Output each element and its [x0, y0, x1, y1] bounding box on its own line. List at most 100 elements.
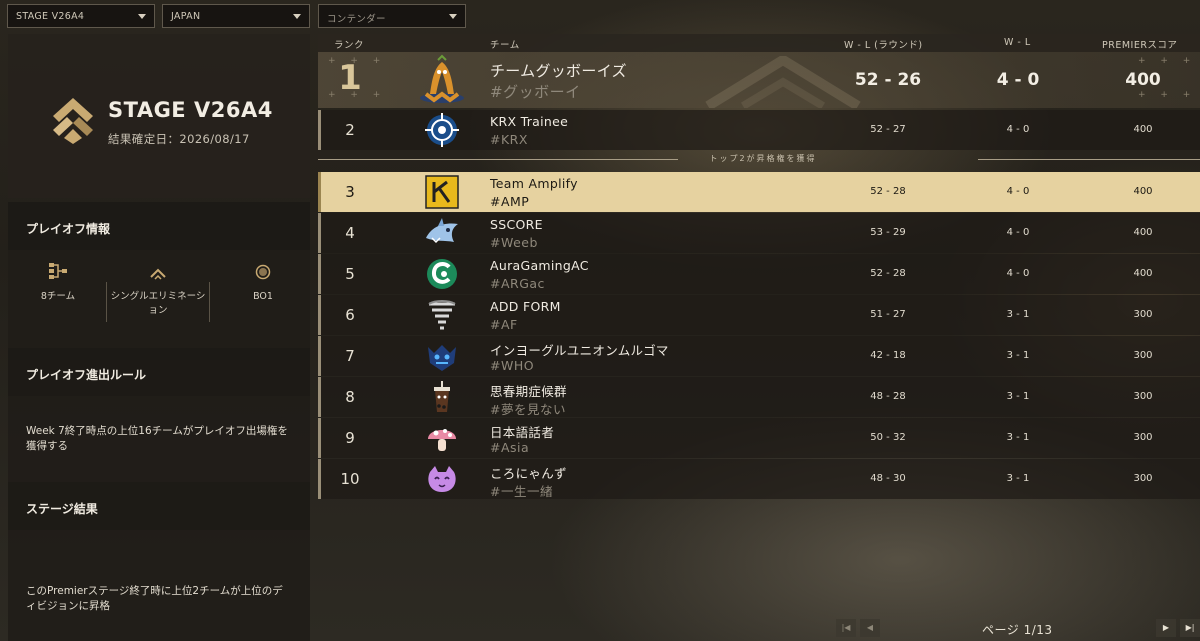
first-page-button[interactable]: |◀ — [836, 619, 856, 637]
divider — [106, 282, 107, 322]
team-logo — [416, 380, 468, 414]
chevron-down-icon — [138, 14, 146, 19]
rank: 5 — [345, 265, 355, 283]
wl-rounds-column-header: W - L (ラウンド) — [844, 40, 923, 51]
decoration: + + + — [1138, 90, 1197, 100]
next-page-button[interactable]: ▶ — [1156, 619, 1176, 637]
team-logo — [416, 216, 468, 250]
tier-select[interactable]: コンテンダー — [318, 4, 466, 28]
wl-record: 3 - 1 — [1006, 473, 1030, 484]
bubble-tea-team-icon — [434, 381, 450, 412]
table-row[interactable]: + + + + + + + + + + + + 1 チームグッボーイズ #グッボ… — [318, 52, 1200, 108]
playoff-teams-label: 8チーム — [40, 291, 76, 302]
banana-team-icon — [420, 54, 464, 103]
team-logo — [416, 257, 468, 291]
beast-team-icon — [428, 345, 456, 371]
team-name: ADD FORM — [490, 299, 561, 314]
rank-column-header: ランク — [334, 40, 365, 51]
playoff-rule-text: Week 7終了時点の上位16チームがプレイオフ出場権を獲得する — [8, 396, 310, 482]
playoff-format-label: シングルエリミネーション — [110, 291, 206, 316]
wl-rounds: 42 - 18 — [870, 350, 906, 361]
wl-record: 4 - 0 — [1006, 124, 1030, 135]
playoff-rule-section: プレイオフ進出ルール Week 7終了時点の上位16チームがプレイオフ出場権を獲… — [8, 348, 310, 482]
prev-page-button[interactable]: ◀ — [860, 619, 880, 637]
pagination: |◀ ◀ ページ 1/13 ▶ ▶| — [836, 619, 1200, 639]
wl-rounds: 48 - 30 — [870, 473, 906, 484]
team-tag: #一生一緒 — [490, 484, 553, 499]
premier-score: 400 — [1125, 70, 1161, 90]
stage-select-value: STAGE V26A4 — [16, 11, 85, 22]
team-tag: #KRX — [490, 132, 528, 147]
promotion-divider: トップ2が昇格権を獲得 — [318, 152, 1200, 166]
wl-record: 4 - 0 — [1006, 268, 1030, 279]
team-name: ころにゃんず — [490, 466, 567, 481]
region-select[interactable]: JAPAN — [162, 4, 310, 28]
tier-select-value: コンテンダー — [327, 14, 386, 25]
promotion-text: トップ2が昇格権を獲得 — [709, 154, 817, 163]
aura-team-icon — [427, 259, 457, 289]
table-row[interactable]: 9 日本語話者 #Asia 50 - 32 3 - 1 300 — [318, 418, 1200, 458]
cat-team-icon — [428, 466, 456, 492]
table-row[interactable]: 10 ころにゃんず #一生一緒 48 - 30 3 - 1 300 — [318, 459, 1200, 499]
team-name: 思春期症候群 — [490, 384, 567, 399]
rank: 2 — [345, 121, 355, 139]
divider — [209, 282, 210, 322]
premier-score: 300 — [1133, 309, 1153, 320]
playoff-bestof-info: BO1 — [213, 250, 313, 304]
team-logo — [416, 175, 468, 209]
team-name: AuraGamingAC — [490, 258, 589, 273]
crosshair-team-icon — [425, 113, 459, 147]
stage-select[interactable]: STAGE V26A4 — [7, 4, 155, 28]
rank: 10 — [340, 470, 360, 488]
stage-title: STAGE V26A4 — [108, 98, 273, 122]
stage-result-date: 結果確定日：2026/08/17 — [108, 132, 250, 146]
region-select-value: JAPAN — [171, 11, 201, 22]
chevron-down-icon — [449, 14, 457, 19]
table-row[interactable]: 7 インヨーグルユニオンムルゴマ #WHO 42 - 18 3 - 1 300 — [318, 336, 1200, 376]
table-row[interactable]: 4 SSCORE #Weeb 53 - 29 4 - 0 400 — [318, 213, 1200, 253]
table-row[interactable]: 2 KRX Trainee #KRX 52 - 27 4 - 0 400 — [318, 110, 1200, 150]
chevron-down-icon — [293, 14, 301, 19]
rank: 4 — [345, 224, 355, 242]
premier-score: 300 — [1133, 473, 1153, 484]
team-name: Team Amplify — [490, 176, 578, 191]
filter-bar: STAGE V26A4 JAPAN コンテンダー — [0, 0, 1200, 34]
premier-score: 300 — [1133, 432, 1153, 443]
shark-team-icon — [426, 218, 458, 244]
table-row[interactable]: 6 ADD FORM #AF 51 - 27 3 - 1 300 — [318, 295, 1200, 335]
stage-result-text: このPremierステージ終了時に上位2チームが上位のディビジョンに昇格 — [8, 530, 310, 641]
wl-record: 4 - 0 — [1006, 227, 1030, 238]
divider — [978, 159, 1200, 160]
team-logo — [416, 462, 468, 496]
wl-record: 4 - 0 — [996, 70, 1040, 90]
wl-rounds: 51 - 27 — [870, 309, 906, 320]
playoff-teams-info: 8チーム — [8, 250, 108, 304]
table-row[interactable]: 5 AuraGamingAC #ARGac 52 - 28 4 - 0 400 — [318, 254, 1200, 294]
rank: 7 — [345, 347, 355, 365]
team-tag: #AF — [490, 317, 518, 332]
premier-rank-icon — [53, 98, 93, 144]
last-page-button[interactable]: ▶| — [1180, 619, 1200, 637]
team-tag: #グッボーイ — [490, 83, 581, 101]
leaderboard-header: ランク チーム W - L (ラウンド) W - L PREMIERスコア — [318, 34, 1200, 52]
wl-rounds: 52 - 27 — [870, 124, 906, 135]
team-logo — [416, 113, 468, 147]
premier-score: 300 — [1133, 391, 1153, 402]
stage-result-section: ステージ結果 このPremierステージ終了時に上位2チームが上位のディビジョン… — [8, 482, 310, 641]
team-tag: #WHO — [490, 358, 535, 373]
rank: 1 — [338, 58, 362, 98]
team-name: KRX Trainee — [490, 114, 569, 129]
premier-score: 300 — [1133, 350, 1153, 361]
wl-rounds: 50 - 32 — [870, 432, 906, 443]
stage-result-heading: ステージ結果 — [8, 482, 310, 530]
team-tag: #AMP — [490, 194, 530, 209]
bracket-icon — [49, 263, 67, 279]
team-tag: #Asia — [490, 440, 530, 455]
table-row[interactable]: 3 Team Amplify #AMP 52 - 28 4 - 0 400 — [318, 172, 1200, 212]
table-row[interactable]: 8 思春期症候群 #夢を見ない 48 - 28 3 - 1 300 — [318, 377, 1200, 417]
stage-info-panel: STAGE V26A4 結果確定日：2026/08/17 プレイオフ情報 8チー… — [8, 34, 310, 641]
premier-score: 400 — [1133, 124, 1153, 135]
wl-record: 3 - 1 — [1006, 350, 1030, 361]
playoff-info-section: プレイオフ情報 8チーム シングルエリミネーション BO1 — [8, 202, 310, 360]
team-logo — [416, 298, 468, 332]
